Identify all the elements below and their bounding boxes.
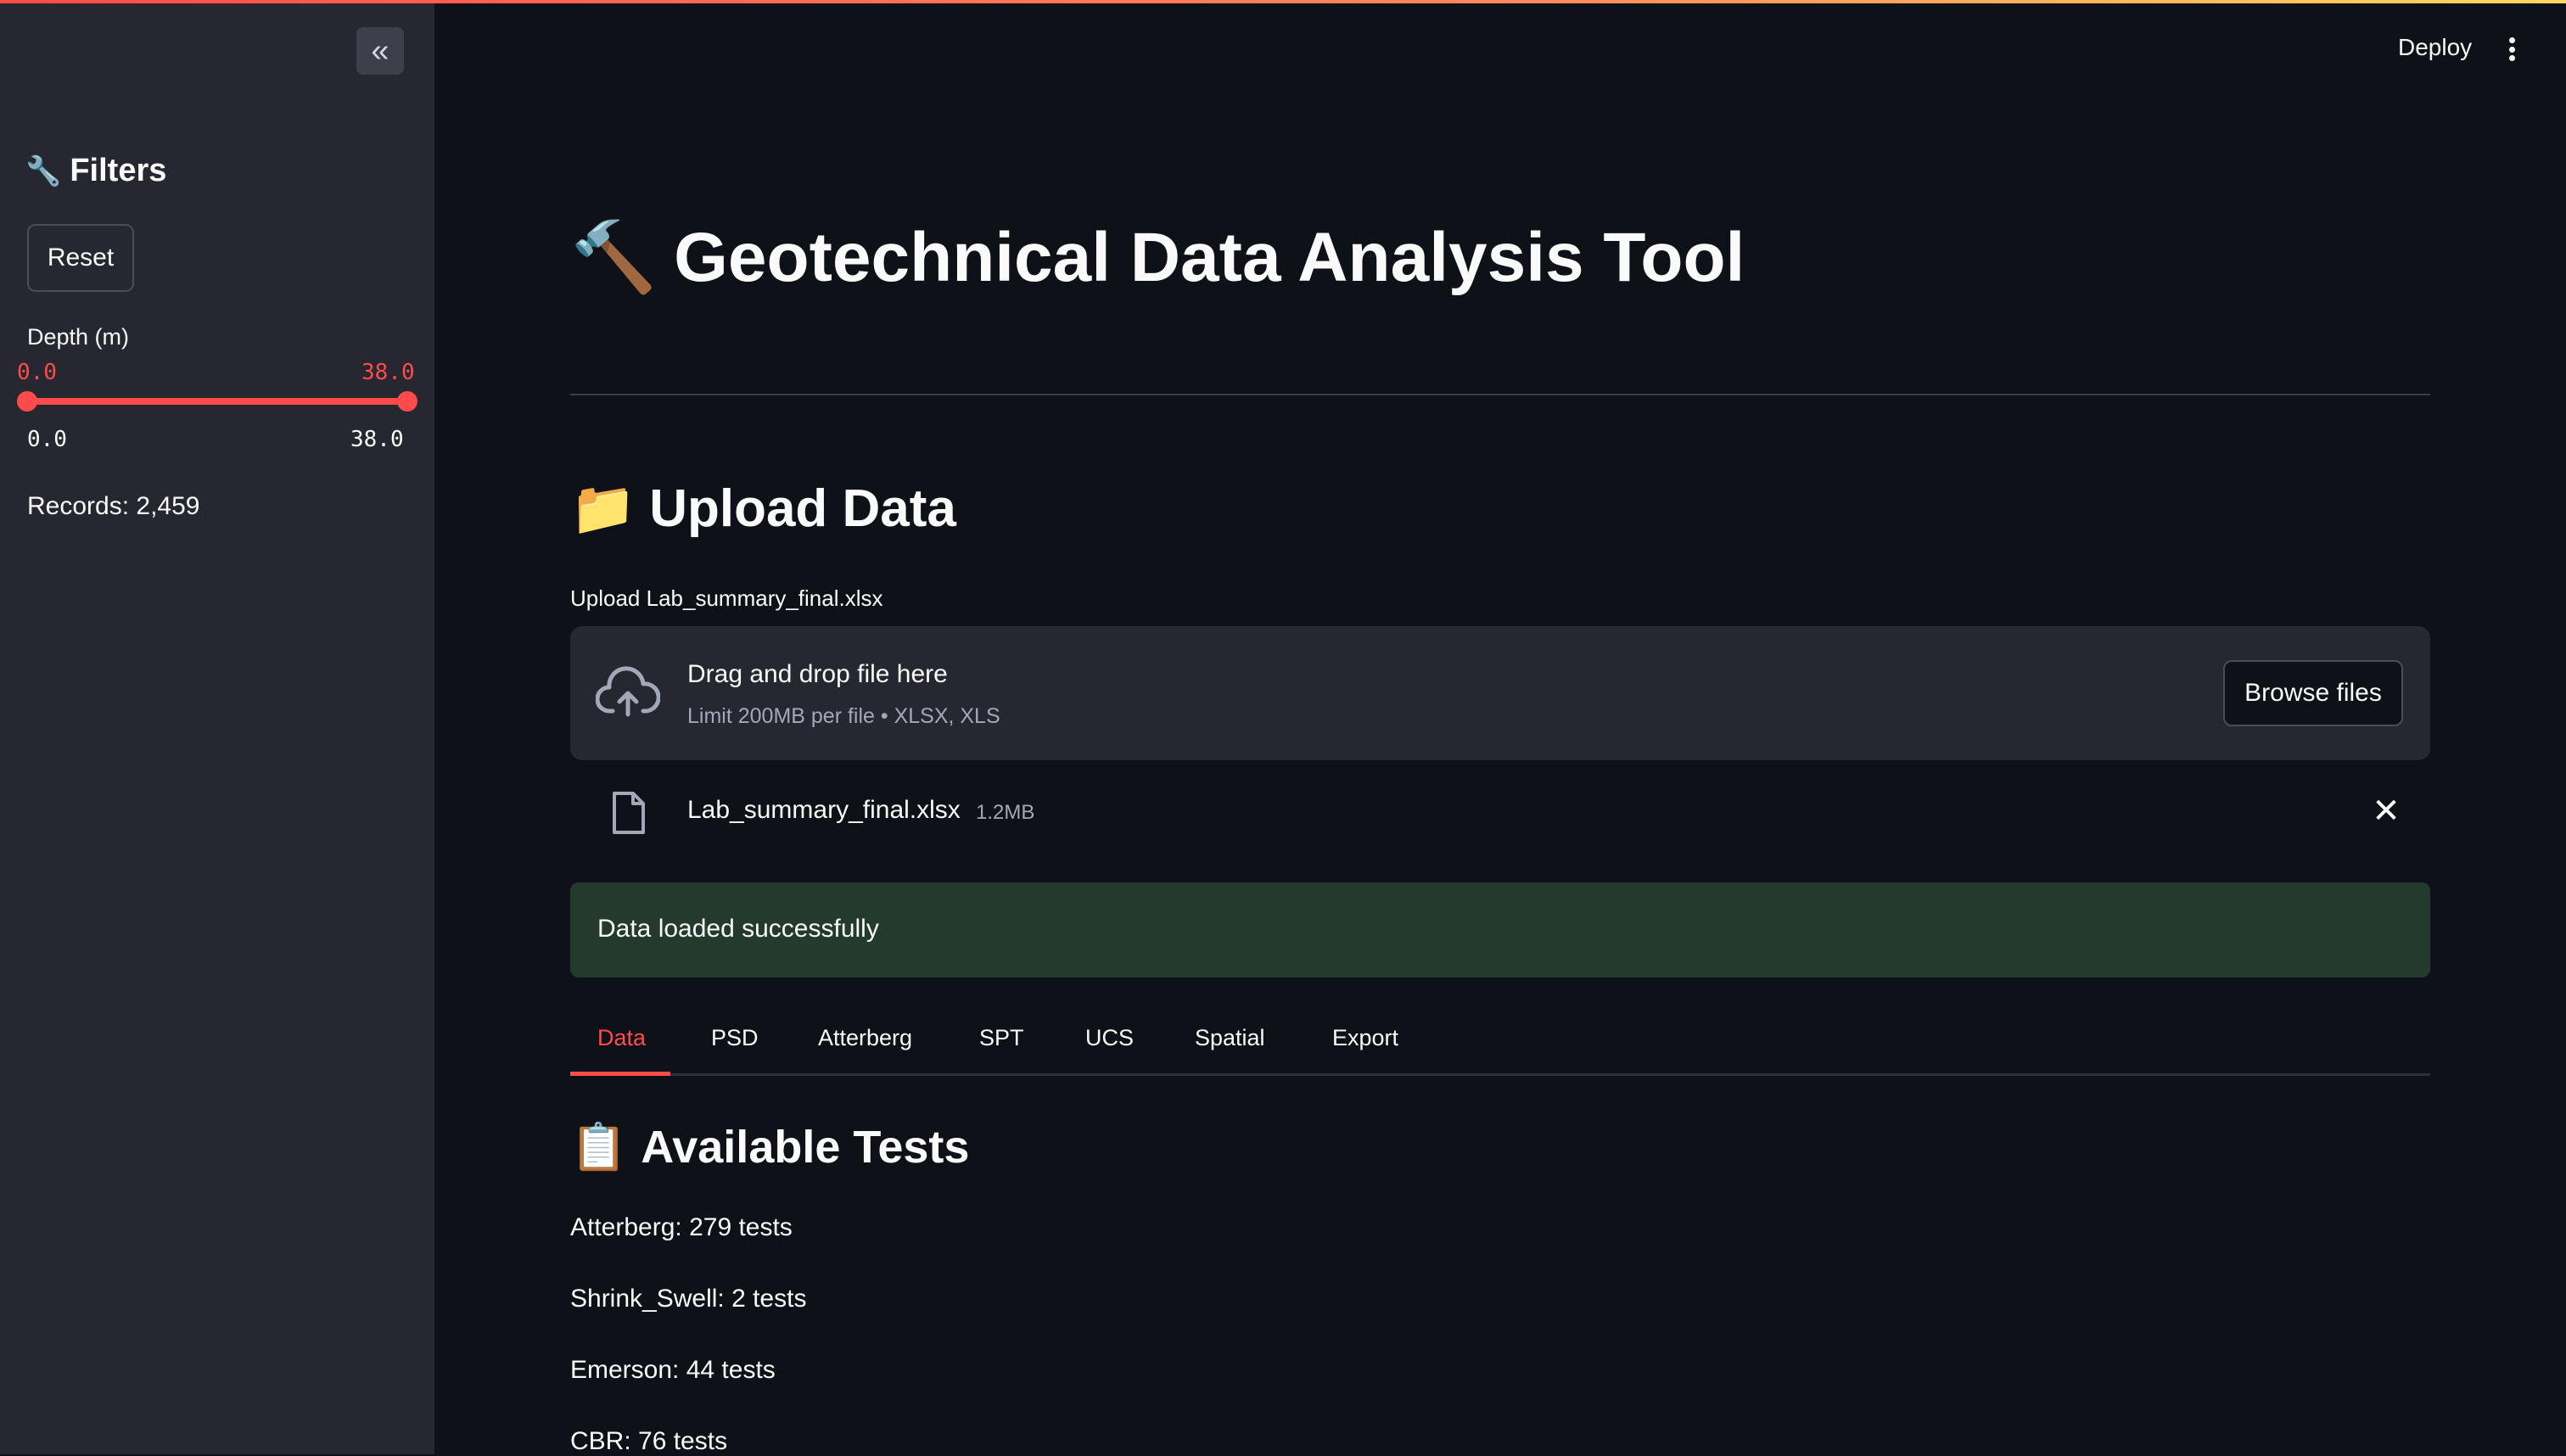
test-count-item: CBR: 76 tests [570, 1427, 728, 1455]
hammer-icon: 🔨 [570, 217, 658, 298]
depth-slider-low-handle[interactable] [17, 391, 37, 412]
reset-button[interactable]: Reset [27, 224, 134, 292]
browse-files-button[interactable]: Browse files [2223, 660, 2403, 726]
tab-ucs[interactable]: UCS [1085, 1025, 1134, 1051]
filters-heading: 🔧 Filters [25, 153, 166, 189]
test-count-item: Shrink_Swell: 2 tests [570, 1285, 807, 1313]
success-message: Data loaded successfully [597, 915, 879, 943]
upload-heading: 📁 Upload Data [570, 477, 956, 540]
dropzone-limit: Limit 200MB per file • XLSX, XLS [687, 704, 1000, 728]
tab-spt[interactable]: SPT [979, 1025, 1024, 1051]
records-count: Records: 2,459 [27, 492, 200, 520]
file-dropzone[interactable]: Drag and drop file here Limit 200MB per … [570, 626, 2430, 760]
clipboard-icon: 📋 [570, 1120, 628, 1173]
test-count-item: Emerson: 44 tests [570, 1356, 776, 1384]
tab-bar: Data PSD Atterberg SPT UCS Spatial Expor… [570, 1010, 2430, 1076]
file-icon [613, 792, 645, 834]
close-icon[interactable]: ✕ [2369, 794, 2403, 828]
tab-data[interactable]: Data [597, 1025, 646, 1051]
tab-psd[interactable]: PSD [711, 1025, 759, 1051]
depth-slider-track[interactable] [27, 398, 407, 405]
cloud-upload-icon [596, 666, 660, 717]
page-title: 🔨 Geotechnical Data Analysis Tool [570, 217, 1745, 299]
upload-heading-text: Upload Data [649, 479, 956, 538]
tab-atterberg[interactable]: Atterberg [818, 1025, 912, 1051]
uploaded-file-size: 1.2MB [976, 801, 1035, 824]
collapse-sidebar-button[interactable]: « [356, 27, 404, 75]
uploaded-file-row: Lab_summary_final.xlsx 1.2MB ✕ [570, 781, 2430, 848]
tab-spatial[interactable]: Spatial [1195, 1025, 1265, 1051]
test-count-item: Atterberg: 279 tests [570, 1213, 793, 1241]
sidebar: « 🔧 Filters Reset Depth (m) 0.0 38.0 0.0… [0, 0, 434, 1454]
success-alert: Data loaded successfully [570, 882, 2430, 977]
depth-low-value: 0.0 [17, 360, 57, 385]
active-tab-indicator [570, 1072, 670, 1076]
depth-max-label: 38.0 [350, 427, 404, 452]
folder-icon: 📁 [570, 477, 636, 539]
tab-export[interactable]: Export [1332, 1025, 1398, 1051]
kebab-menu-icon[interactable] [2502, 32, 2522, 66]
dropzone-title: Drag and drop file here [687, 660, 948, 688]
wrench-icon: 🔧 [25, 154, 62, 188]
page-title-text: Geotechnical Data Analysis Tool [674, 219, 1745, 296]
available-tests-heading-text: Available Tests [641, 1122, 970, 1173]
depth-high-value: 38.0 [361, 360, 415, 385]
depth-slider-label: Depth (m) [27, 324, 130, 350]
available-tests-heading: 📋 Available Tests [570, 1120, 969, 1174]
depth-slider-high-handle[interactable] [397, 391, 417, 412]
top-decoration-bar [0, 0, 2566, 3]
filters-title: Filters [70, 153, 167, 188]
title-divider [570, 394, 2430, 395]
file-uploader-label: Upload Lab_summary_final.xlsx [570, 585, 883, 611]
deploy-button[interactable]: Deploy [2398, 34, 2472, 61]
uploaded-file-name: Lab_summary_final.xlsx [687, 796, 961, 824]
double-chevron-left-icon: « [371, 33, 389, 69]
depth-min-label: 0.0 [27, 427, 67, 452]
